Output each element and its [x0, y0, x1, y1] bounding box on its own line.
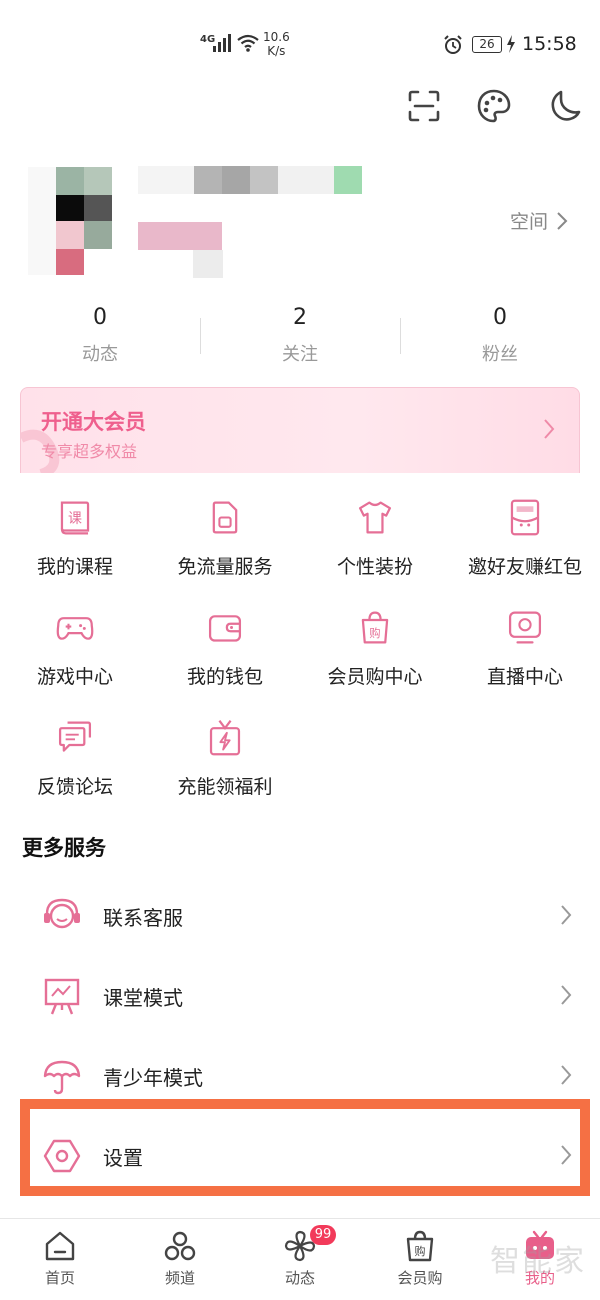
stat-posts[interactable]: 0 动态 [0, 305, 200, 365]
nav-label: 会员购 [397, 1269, 443, 1287]
course-book-icon: 课 [60, 501, 90, 535]
notification-badge: 99 [310, 1225, 336, 1245]
signal-icon [213, 34, 231, 52]
nav-label: 动态 [284, 1269, 315, 1287]
clock: 15:58 [522, 33, 577, 55]
stat-value: 0 [93, 305, 107, 330]
service-classroom-mode[interactable]: 课堂模式 [0, 956, 600, 1036]
channel-icon [164, 1231, 196, 1261]
feature-grid: 课 我的课程 免流量服务 个性装扮 邀好友赚红包 游戏中心 我的钱包 购 会员购… [0, 497, 600, 799]
svg-text:购: 购 [369, 626, 380, 640]
vip-banner[interactable]: 开通大会员 专享超多权益 [20, 387, 580, 473]
space-label: 空间 [510, 211, 549, 233]
status-bar: 4G 10.6 K/s 26 15:58 [0, 0, 600, 90]
level-badge-blurred-secondary [193, 250, 223, 278]
stat-label: 关注 [282, 344, 318, 365]
grid-item-my-courses[interactable]: 课 我的课程 [0, 497, 150, 579]
nav-dynamic[interactable]: 动态 99 [240, 1219, 360, 1300]
nav-label: 首页 [44, 1269, 75, 1287]
wallet-icon [208, 615, 242, 642]
grid-item-label: 直播中心 [486, 666, 563, 688]
level-badge-blurred [138, 222, 222, 250]
grid-item-label: 我的钱包 [186, 666, 263, 688]
nav-home[interactable]: 首页 [0, 1219, 120, 1300]
classroom-board-icon [44, 978, 80, 1015]
grid-item-label: 个性装扮 [336, 556, 413, 578]
grid-item-label: 反馈论坛 [36, 776, 113, 798]
night-mode-moon-icon[interactable] [546, 88, 582, 124]
charging-icon [507, 35, 515, 53]
service-contact-support[interactable]: 联系客服 [0, 876, 600, 956]
vip-subtitle: 专享超多权益 [41, 442, 138, 461]
settings-highlight-box [20, 1099, 590, 1196]
more-services-title: 更多服务 [22, 836, 106, 860]
service-label: 联系客服 [103, 906, 183, 930]
invite-envelope-icon [510, 499, 540, 536]
grid-item-wallet[interactable]: 我的钱包 [150, 607, 300, 689]
watermark: 智能家 [490, 1244, 586, 1279]
grid-item-label: 免流量服务 [177, 556, 273, 578]
chat-bubble-icon [58, 721, 92, 752]
wifi-icon [237, 34, 259, 52]
stat-value: 2 [293, 305, 307, 330]
avatar[interactable] [28, 165, 114, 277]
headset-icon [44, 898, 80, 929]
tshirt-icon [358, 501, 392, 534]
stat-following[interactable]: 2 关注 [200, 305, 400, 365]
chevron-right-icon [557, 211, 568, 230]
shopping-bag-icon: 购 [361, 611, 389, 644]
stat-label: 动态 [82, 344, 118, 365]
gamepad-icon [56, 617, 94, 640]
theme-palette-icon[interactable] [476, 88, 512, 124]
stat-label: 粉丝 [482, 344, 518, 365]
live-tv-icon [508, 611, 542, 644]
alarm-icon [444, 35, 462, 54]
nav-member-shop[interactable]: 购 会员购 [360, 1219, 480, 1300]
battery-indicator: 26 [472, 36, 502, 53]
scan-icon[interactable] [406, 88, 442, 124]
divider [200, 318, 201, 354]
grid-item-charge-rewards[interactable]: 充能领福利 [150, 717, 300, 799]
home-icon [45, 1231, 75, 1261]
grid-item-game-center[interactable]: 游戏中心 [0, 607, 150, 689]
profile-stats: 0 动态 2 关注 0 粉丝 [0, 305, 600, 365]
grid-item-label: 充能领福利 [177, 776, 273, 798]
grid-item-live-center[interactable]: 直播中心 [450, 607, 600, 689]
space-link[interactable]: 空间 [510, 207, 568, 234]
chevron-right-icon [544, 419, 555, 439]
stat-followers[interactable]: 0 粉丝 [400, 305, 600, 365]
chevron-right-icon [561, 905, 572, 925]
grid-item-member-shop[interactable]: 购 会员购中心 [300, 607, 450, 689]
nav-channel[interactable]: 频道 [120, 1219, 240, 1300]
gift-bolt-icon [209, 720, 241, 756]
svg-text:购: 购 [415, 1244, 426, 1258]
shop-bag-icon: 购 [406, 1230, 434, 1262]
service-label: 青少年模式 [103, 1066, 203, 1090]
grid-item-data-free[interactable]: 免流量服务 [150, 497, 300, 579]
grid-item-feedback-forum[interactable]: 反馈论坛 [0, 717, 150, 799]
vip-title: 开通大会员 [41, 410, 146, 434]
sim-card-icon [212, 501, 238, 534]
chevron-right-icon [561, 985, 572, 1005]
umbrella-icon [43, 1060, 81, 1095]
nav-label: 频道 [164, 1269, 195, 1287]
grid-item-dress-up[interactable]: 个性装扮 [300, 497, 450, 579]
divider [400, 318, 401, 354]
grid-item-label: 我的课程 [36, 556, 113, 578]
username-blurred [138, 166, 362, 194]
service-label: 课堂模式 [103, 986, 183, 1010]
grid-item-invite-friends[interactable]: 邀好友赚红包 [450, 497, 600, 579]
grid-item-label: 会员购中心 [327, 666, 423, 688]
stat-value: 0 [493, 305, 507, 330]
grid-item-label: 邀好友赚红包 [467, 556, 582, 578]
chevron-right-icon [561, 1065, 572, 1085]
network-speed: 10.6 K/s [263, 30, 290, 58]
svg-text:课: 课 [68, 511, 82, 527]
grid-item-label: 游戏中心 [36, 666, 113, 688]
